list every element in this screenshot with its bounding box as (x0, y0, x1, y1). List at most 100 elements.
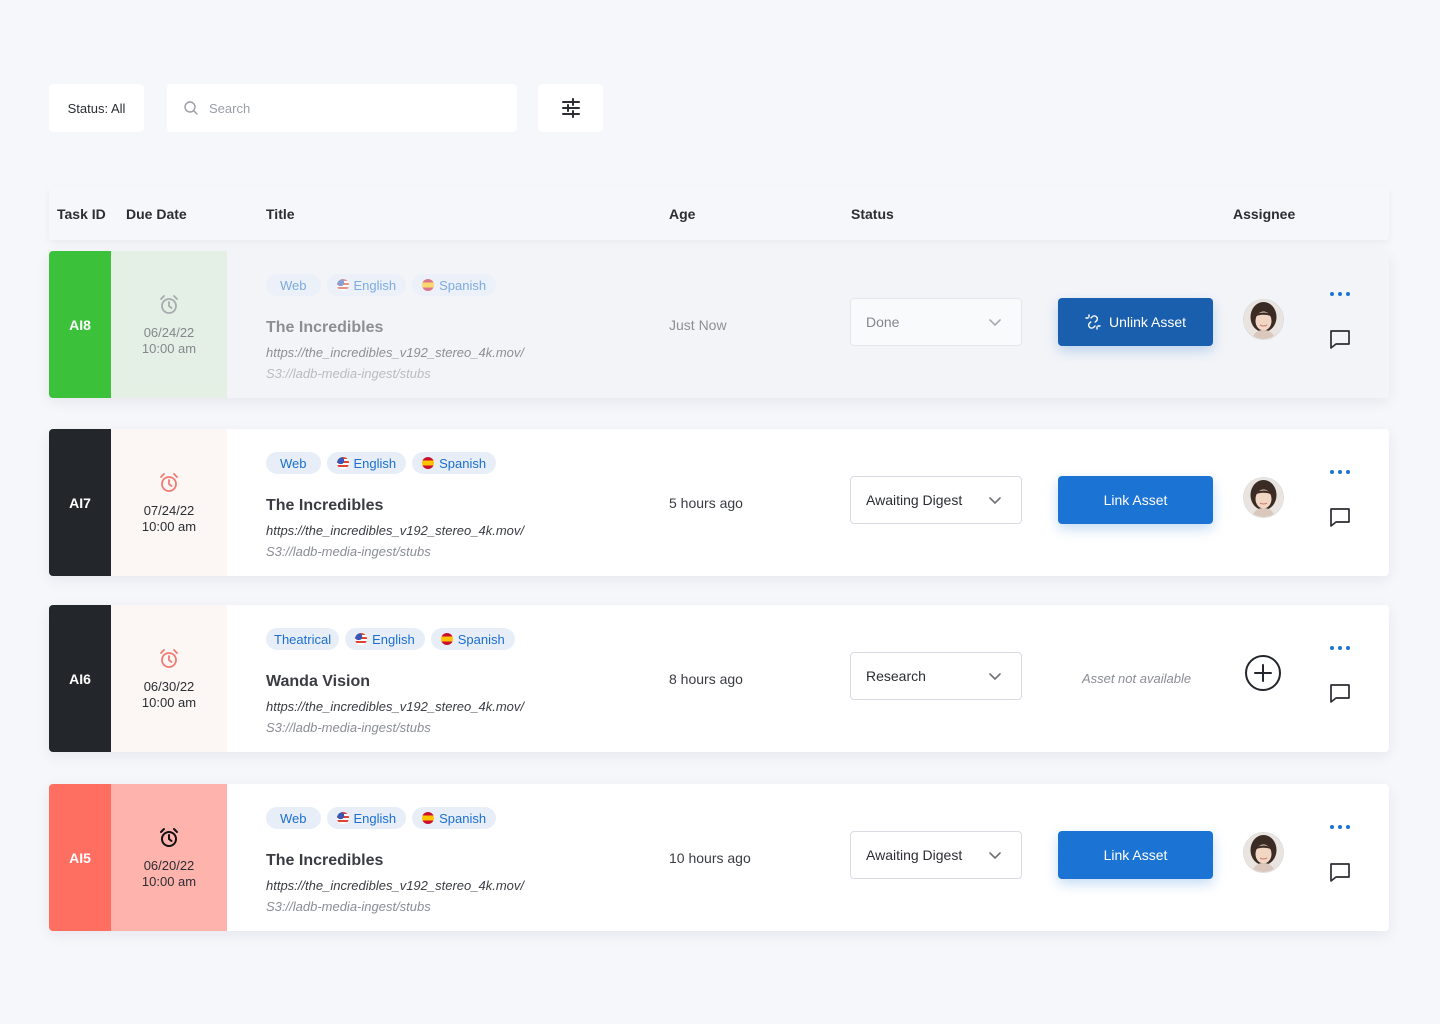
task-storage-path: S3://ladb-media-ingest/stubs (266, 720, 431, 735)
button-label: Link Asset (1103, 492, 1168, 508)
tag-list: Web English Spanish (266, 807, 497, 829)
tag-platform[interactable]: Web (266, 274, 321, 296)
status-dropdown[interactable]: Research (850, 652, 1022, 700)
task-title[interactable]: Wanda Vision (266, 673, 370, 691)
chevron-down-icon (989, 319, 1001, 327)
status-dropdown[interactable]: Done (850, 298, 1022, 346)
alarm-clock-icon (160, 648, 178, 668)
due-time: 10:00 am (141, 873, 197, 889)
title-cell: Web English Spanish The Incredibles http… (266, 429, 646, 576)
column-header-title[interactable]: Title (266, 206, 295, 222)
comment-icon[interactable] (1329, 861, 1351, 883)
tag-language-spanish[interactable]: Spanish (412, 807, 497, 829)
tag-language-english[interactable]: English (345, 628, 425, 650)
link-asset-button[interactable]: Link Asset (1058, 831, 1213, 879)
tag-label: English (353, 810, 397, 826)
comment-icon[interactable] (1329, 682, 1351, 704)
task-title[interactable]: The Incredibles (266, 852, 383, 870)
task-url[interactable]: https://the_incredibles_v192_stereo_4k.m… (266, 878, 524, 893)
task-row[interactable]: AI7 07/24/22 10:00 am Web English Spanis… (49, 429, 1389, 576)
chevron-down-icon (989, 852, 1001, 860)
button-label: Unlink Asset (1108, 314, 1187, 330)
tag-label: Spanish (439, 277, 487, 293)
column-header-task-id[interactable]: Task ID (57, 206, 106, 222)
task-row[interactable]: AI8 06/24/22 10:00 am Web English Spanis… (49, 251, 1389, 398)
spain-flag-icon (440, 633, 453, 645)
task-row[interactable]: AI5 06/20/22 10:00 am Web English Spanis… (49, 784, 1389, 931)
task-id-cell[interactable]: AI6 (49, 605, 111, 752)
assignee-avatar[interactable] (1244, 478, 1283, 517)
task-age: 10 hours ago (669, 850, 751, 866)
filter-settings-button[interactable] (538, 84, 603, 132)
chevron-down-icon (989, 497, 1001, 505)
column-header-age[interactable]: Age (669, 206, 695, 222)
due-date: 06/30/22 (143, 678, 195, 694)
status-filter-label: Status: All (67, 100, 126, 116)
due-time: 10:00 am (141, 694, 197, 710)
tag-language-spanish[interactable]: Spanish (412, 274, 497, 296)
task-id-cell[interactable]: AI8 (49, 251, 111, 398)
due-date-cell: 07/24/22 10:00 am (111, 429, 227, 576)
comment-icon[interactable] (1329, 328, 1351, 350)
us-flag-icon (336, 457, 349, 469)
tag-language-spanish[interactable]: Spanish (412, 452, 497, 474)
task-url[interactable]: https://the_incredibles_v192_stereo_4k.m… (266, 699, 524, 714)
tag-label: Spanish (439, 810, 487, 826)
column-header-due-date[interactable]: Due Date (126, 206, 187, 222)
assignee-avatar[interactable] (1244, 300, 1283, 339)
due-date-cell: 06/24/22 10:00 am (111, 251, 227, 398)
tag-platform[interactable]: Web (266, 452, 321, 474)
alarm-clock-icon (160, 294, 178, 314)
status-dropdown[interactable]: Awaiting Digest (850, 831, 1022, 879)
search-input[interactable] (209, 100, 509, 116)
task-title[interactable]: The Incredibles (266, 319, 383, 337)
unlink-icon (1085, 314, 1101, 330)
column-header-status[interactable]: Status (851, 206, 894, 222)
tag-language-english[interactable]: English (326, 807, 407, 829)
chevron-down-icon (989, 673, 1001, 681)
task-title[interactable]: The Incredibles (266, 497, 383, 515)
spain-flag-icon (422, 457, 435, 469)
due-time: 10:00 am (141, 518, 197, 534)
asset-not-available-note: Asset not available (1081, 671, 1192, 686)
task-id: AI6 (69, 670, 91, 687)
more-dots-icon[interactable] (1329, 467, 1351, 477)
task-age: 8 hours ago (669, 671, 743, 687)
task-storage-path: S3://ladb-media-ingest/stubs (266, 899, 431, 914)
tag-platform[interactable]: Theatrical (266, 628, 340, 650)
sliders-icon (561, 98, 580, 118)
link-asset-button[interactable]: Link Asset (1058, 476, 1213, 524)
due-time: 10:00 am (141, 340, 197, 356)
title-cell: Web English Spanish The Incredibles http… (266, 251, 646, 398)
task-id-cell[interactable]: AI7 (49, 429, 111, 576)
search-box[interactable] (167, 84, 517, 132)
task-id: AI7 (69, 494, 91, 511)
more-dots-icon[interactable] (1329, 822, 1351, 832)
plus-circle-icon[interactable] (1244, 654, 1282, 692)
task-row[interactable]: AI6 06/30/22 10:00 am Theatrical English… (49, 605, 1389, 752)
tag-label: English (353, 455, 397, 471)
unlink-asset-button[interactable]: Unlink Asset (1058, 298, 1213, 346)
tag-label: Spanish (457, 631, 505, 647)
more-dots-icon[interactable] (1329, 289, 1351, 299)
tag-language-english[interactable]: English (326, 452, 407, 474)
column-header-assignee[interactable]: Assignee (1233, 206, 1295, 222)
task-url[interactable]: https://the_incredibles_v192_stereo_4k.m… (266, 523, 524, 538)
us-flag-icon (355, 633, 368, 645)
tag-language-english[interactable]: English (326, 274, 407, 296)
title-cell: Theatrical English Spanish Wanda Vision … (266, 605, 646, 752)
task-id-cell[interactable]: AI5 (49, 784, 111, 931)
status-value: Awaiting Digest (866, 847, 963, 863)
task-id: AI8 (69, 316, 91, 333)
task-age: Just Now (669, 317, 727, 333)
comment-icon[interactable] (1329, 506, 1351, 528)
status-dropdown[interactable]: Awaiting Digest (850, 476, 1022, 524)
assignee-avatar[interactable] (1244, 833, 1283, 872)
status-filter-dropdown[interactable]: Status: All (49, 84, 144, 132)
more-dots-icon[interactable] (1329, 643, 1351, 653)
spain-flag-icon (422, 279, 435, 291)
tag-language-spanish[interactable]: Spanish (430, 628, 515, 650)
due-date: 06/20/22 (143, 857, 195, 873)
task-url[interactable]: https://the_incredibles_v192_stereo_4k.m… (266, 345, 524, 360)
tag-platform[interactable]: Web (266, 807, 321, 829)
